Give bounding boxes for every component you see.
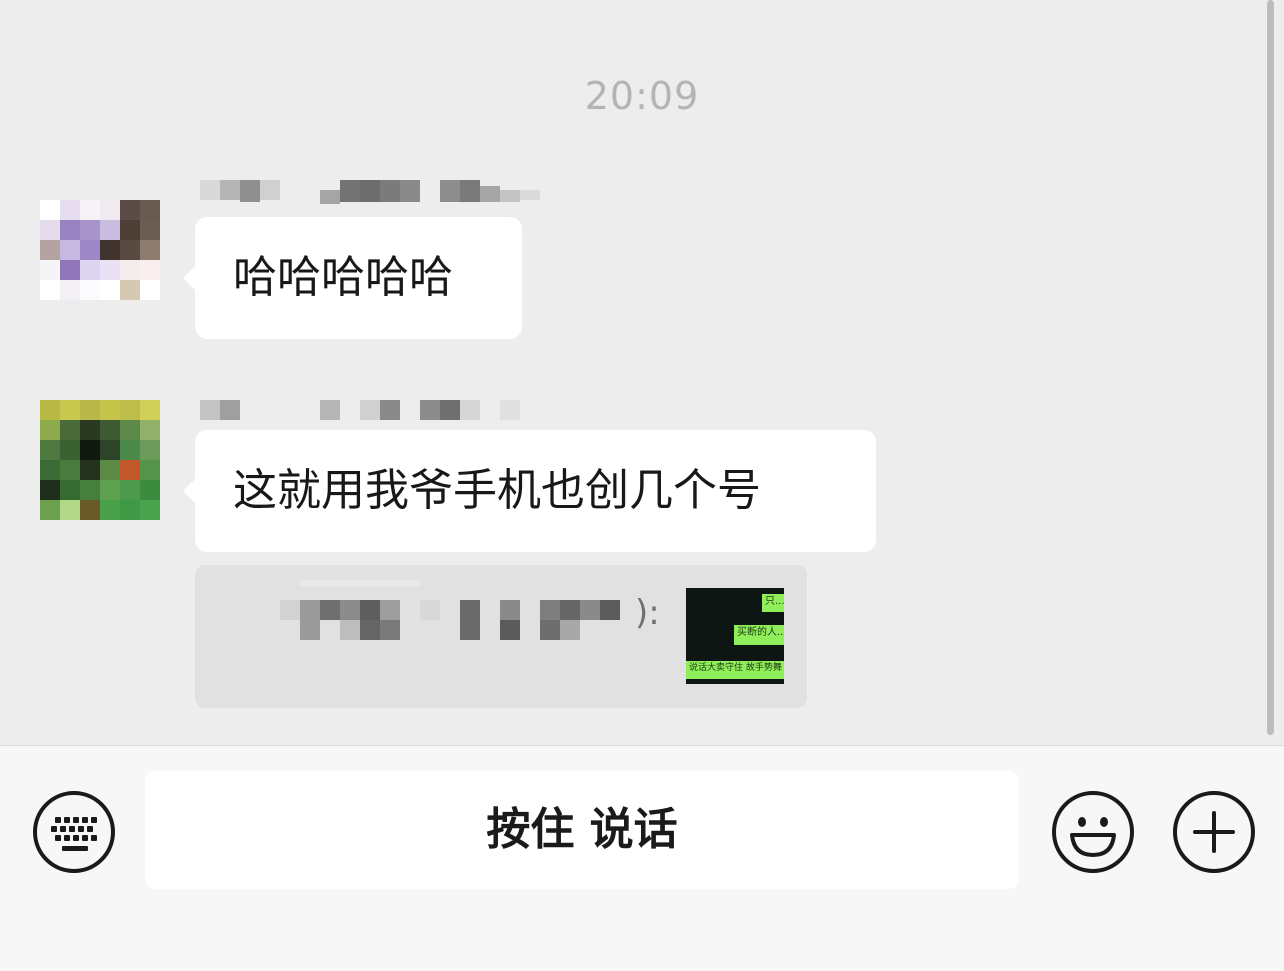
message-text: 哈哈哈哈哈 [233, 252, 453, 303]
more-options-button[interactable] [1173, 791, 1255, 873]
avatar-mosaic [40, 180, 160, 300]
scrollbar[interactable] [1267, 0, 1274, 735]
thumb-chat-bubble: 买断的人... [734, 625, 784, 645]
sender-name-mosaic [200, 180, 540, 204]
quote-colon: ): [635, 593, 660, 633]
thumb-caption: 说话大卖守住 故手势舞 [686, 661, 784, 679]
quoted-text-mosaic [280, 580, 620, 640]
sender-avatar[interactable] [40, 400, 160, 520]
quoted-image-thumbnail[interactable]: 只... 买断的人... 说话大卖守住 故手势舞 [686, 588, 784, 684]
sender-name [200, 400, 520, 422]
chat-screen: 20:09 哈哈哈哈哈 这就用我爷手机也创几个号): 只... 买断的人...… [0, 0, 1284, 971]
hold-to-talk-button[interactable]: 按住 说话 [145, 771, 1019, 889]
message-bubble[interactable]: 哈哈哈哈哈 [183, 217, 522, 339]
avatar-mosaic [40, 400, 160, 520]
sender-name-mosaic [200, 400, 520, 420]
message-timestamp: 20:09 [584, 74, 700, 118]
keyboard-toggle-button[interactable] [33, 791, 115, 873]
emoji-button[interactable] [1052, 791, 1134, 873]
plus-icon [1193, 811, 1235, 853]
quoted-message[interactable]: ): 只... 买断的人... 说话大卖守住 故手势舞 [195, 565, 807, 708]
input-bar: 按住 说话 [0, 745, 1284, 971]
message-list[interactable]: 20:09 哈哈哈哈哈 这就用我爷手机也创几个号): 只... 买断的人...… [0, 0, 1284, 745]
sender-avatar[interactable] [40, 180, 160, 300]
keyboard-icon [51, 817, 97, 851]
thumb-chat-bubble: 只... [762, 594, 784, 612]
message-bubble[interactable]: 这就用我爷手机也创几个号 [183, 430, 876, 552]
message-text: 这就用我爷手机也创几个号 [233, 465, 761, 516]
smiley-icon [1070, 817, 1116, 857]
sender-name [200, 180, 560, 204]
